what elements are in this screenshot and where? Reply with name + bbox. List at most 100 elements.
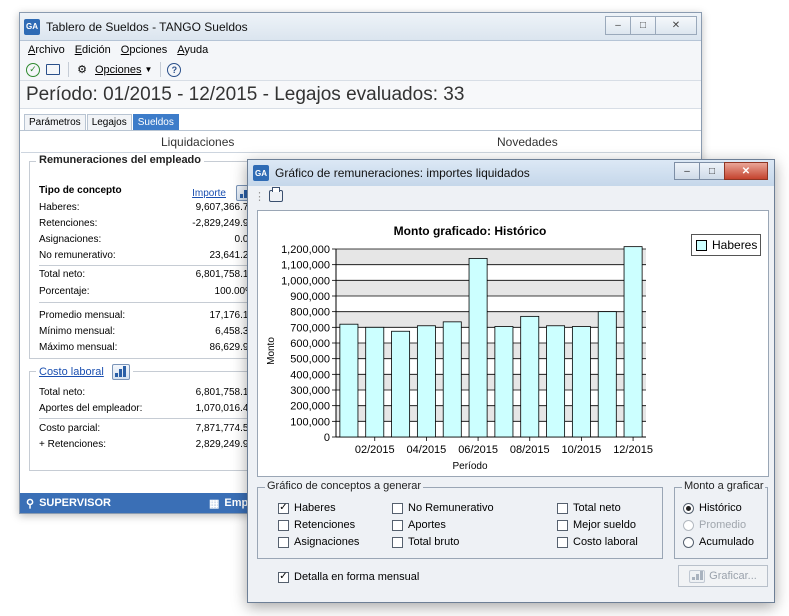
check-icon[interactable]: ✓: [26, 62, 40, 77]
app-icon: GA: [24, 18, 40, 35]
y-tick-label: 800,000: [290, 307, 330, 319]
row-label: Total neto:: [39, 269, 86, 280]
divider: [21, 152, 700, 153]
monitor-icon[interactable]: [46, 63, 60, 77]
checkbox-box[interactable]: [392, 502, 403, 514]
window-title: Tablero de Sueldos - TANGO Sueldos: [46, 19, 248, 34]
checkbox-no-remunerativo[interactable]: No Remunerativo: [392, 502, 494, 514]
checkbox-label: Total neto: [573, 502, 621, 514]
x-tick-label: 12/2015: [613, 444, 653, 456]
bar: [339, 323, 359, 438]
radio-dot[interactable]: [683, 519, 694, 531]
minimo-row: Mínimo mensual: 6,458.32: [39, 326, 254, 337]
row-value: -2,829,249.94: [192, 218, 254, 229]
radio-dot[interactable]: [683, 502, 694, 514]
legend-label: Haberes: [712, 238, 758, 252]
checkbox-asignaciones[interactable]: Asignaciones: [278, 536, 359, 548]
checkbox-box[interactable]: ✓: [278, 571, 289, 583]
maximize-button[interactable]: □: [699, 162, 725, 180]
checkbox-label: Aportes: [408, 519, 446, 531]
tab-parametros[interactable]: Parámetros: [24, 114, 86, 130]
bar: [546, 325, 566, 438]
row-value: 6,801,758.12: [195, 269, 254, 280]
graficar-button[interactable]: Graficar...: [678, 565, 768, 587]
aportes-row: Aportes del empleador: 1,070,016.40: [39, 403, 254, 414]
checkbox-box[interactable]: [278, 536, 289, 548]
row-value: 9,607,366.79: [195, 202, 254, 213]
dialog-title-bar[interactable]: GA Gráfico de remuneraciones: importes l…: [248, 160, 774, 186]
checkbox-box[interactable]: ✓: [278, 502, 289, 514]
tab-legajos[interactable]: Legajos: [86, 114, 132, 130]
checkbox-detalla-mensual[interactable]: ✓ Detalla en forma mensual: [278, 571, 419, 583]
radio-promedio[interactable]: Promedio: [683, 519, 746, 531]
radio-historico[interactable]: Histórico: [683, 502, 742, 514]
y-tick-label: 400,000: [290, 369, 330, 381]
tab-bar: Parámetros Legajos Sueldos: [20, 109, 701, 131]
row-label: No remunerativo:: [39, 250, 116, 261]
y-tick-label: 1,000,000: [281, 275, 330, 287]
remuneraciones-title: Remuneraciones del empleado: [36, 154, 204, 166]
importe-link[interactable]: Importe: [192, 188, 226, 199]
gear-icon: ⚙: [77, 64, 87, 76]
checkbox-mejor-sueldo[interactable]: Mejor sueldo: [557, 519, 636, 531]
radio-dot[interactable]: [683, 536, 694, 548]
menu-opciones[interactable]: Opciones: [121, 44, 167, 56]
checkbox-total-bruto[interactable]: Total bruto: [392, 536, 459, 548]
close-button[interactable]: ✕: [655, 16, 697, 35]
checkbox-box[interactable]: [557, 536, 568, 548]
grid-band: [336, 249, 646, 265]
checkbox-retenciones[interactable]: Retenciones: [278, 519, 355, 531]
tab-sueldos[interactable]: Sueldos: [132, 114, 179, 130]
grid-band: [336, 280, 646, 296]
checkbox-label: No Remunerativo: [408, 502, 494, 514]
conceptos-group: Gráfico de conceptos a generar ✓ Haberes …: [257, 480, 663, 559]
checkbox-box[interactable]: [392, 536, 403, 548]
toolbar-grip-icon: ⋮: [254, 190, 265, 203]
dialog-toolbar: ⋮: [248, 186, 774, 206]
menu-archivo[interactable]: Archivo: [28, 44, 65, 56]
row-label: Retenciones:: [39, 218, 98, 229]
y-tick-label: 0: [324, 432, 330, 444]
checkbox-box[interactable]: [278, 519, 289, 531]
checkbox-costo-laboral[interactable]: Costo laboral: [557, 536, 638, 548]
menu-edicion[interactable]: Edición: [75, 44, 111, 56]
close-button[interactable]: ✕: [724, 162, 768, 180]
legend-swatch: [696, 239, 707, 251]
status-user: SUPERVISOR: [39, 497, 111, 509]
checkbox-box[interactable]: [557, 519, 568, 531]
chart-icon[interactable]: [111, 364, 130, 380]
retenciones-row: Retenciones: -2,829,249.94: [39, 218, 254, 229]
checkbox-box[interactable]: [557, 502, 568, 514]
costo-laboral-link[interactable]: Costo laboral: [39, 366, 104, 378]
main-title-bar[interactable]: GA Tablero de Sueldos - TANGO Sueldos – …: [20, 13, 701, 41]
opciones-dropdown[interactable]: ⚙ Opciones ▼: [75, 63, 152, 77]
radio-acumulado[interactable]: Acumulado: [683, 536, 754, 548]
dialog-title: Gráfico de remuneraciones: importes liqu…: [275, 166, 530, 180]
liquidaciones-header: Liquidaciones: [161, 135, 235, 149]
maximo-row: Máximo mensual: 86,629.92: [39, 342, 254, 353]
toolbar-separator: [68, 62, 69, 77]
minimize-button[interactable]: –: [674, 162, 700, 180]
y-tick-label: 500,000: [290, 354, 330, 366]
costo-total-neto-row: Total neto: 6,801,758.12: [39, 387, 254, 398]
x-tick-label: 06/2015: [458, 444, 498, 456]
y-tick-label: 200,000: [290, 401, 330, 413]
checkbox-label: Haberes: [294, 502, 336, 514]
help-icon[interactable]: ?: [167, 62, 182, 77]
row-label: Máximo mensual:: [39, 342, 118, 353]
checkbox-label: Asignaciones: [294, 536, 360, 548]
checkbox-aportes[interactable]: Aportes: [392, 519, 446, 531]
menu-ayuda[interactable]: Ayuda: [177, 44, 208, 56]
maximize-button[interactable]: □: [630, 16, 656, 35]
haberes-row: Haberes: 9,607,366.79: [39, 202, 254, 213]
checkbox-total-neto[interactable]: Total neto: [557, 502, 621, 514]
radio-label: Acumulado: [699, 536, 755, 548]
chart-legend: Haberes: [691, 234, 761, 256]
checkbox-haberes[interactable]: ✓ Haberes: [278, 502, 336, 514]
checkbox-box[interactable]: [392, 519, 403, 531]
minimize-button[interactable]: –: [605, 16, 631, 35]
y-tick-label: 1,100,000: [281, 260, 330, 272]
row-label: + Retenciones:: [39, 439, 106, 450]
tipo-concepto-header: Tipo de concepto: [39, 185, 122, 196]
printer-icon[interactable]: [269, 187, 283, 202]
